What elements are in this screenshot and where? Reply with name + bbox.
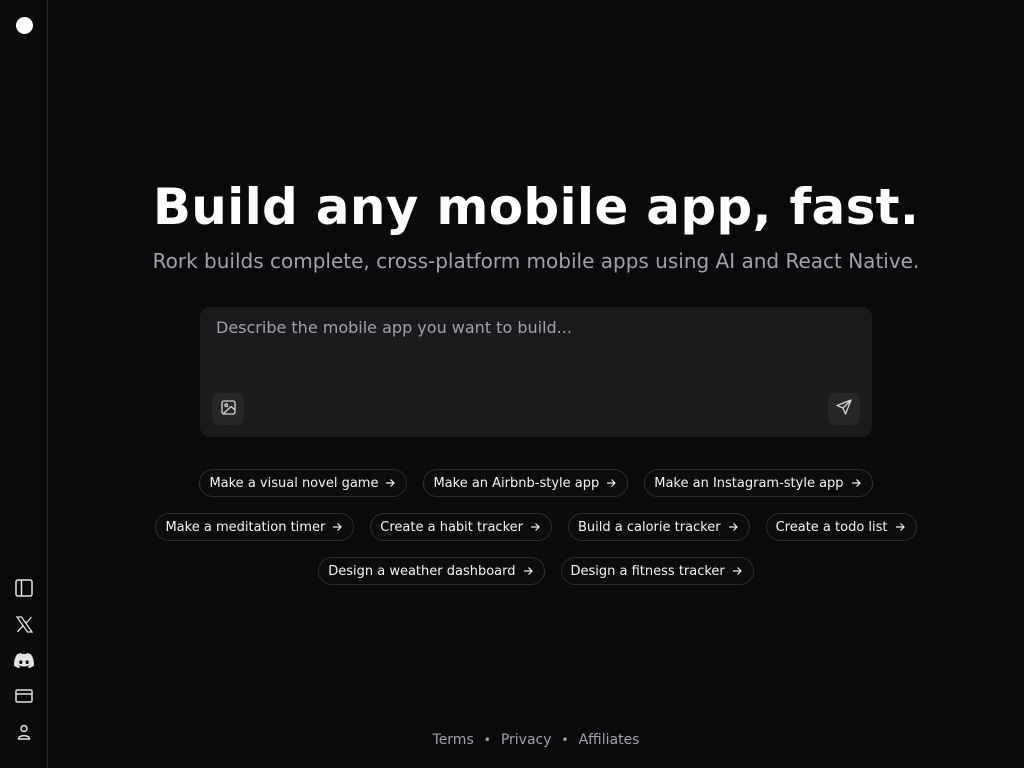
suggestion-label: Make a meditation timer <box>165 519 326 535</box>
affiliates-link[interactable]: Affiliates <box>579 732 640 748</box>
prompt-input[interactable] <box>216 317 856 377</box>
suggestion-label: Make an Airbnb-style app <box>433 475 600 491</box>
suggestion-label: Design a fitness tracker <box>570 563 725 579</box>
footer-separator: • <box>483 733 491 747</box>
user-icon[interactable] <box>12 720 36 744</box>
suggestion-chip[interactable]: Design a fitness tracker <box>560 557 754 585</box>
arrow-right-icon <box>728 522 738 532</box>
sidebar <box>0 0 48 768</box>
suggestion-chip[interactable]: Create a todo list <box>765 513 917 541</box>
prompt-box <box>200 307 872 437</box>
suggestion-label: Create a todo list <box>775 519 888 535</box>
terms-link[interactable]: Terms <box>433 732 474 748</box>
attach-image-button[interactable] <box>212 393 244 425</box>
app-root: Build any mobile app, fast. Rork builds … <box>0 0 1024 768</box>
suggestion-chip[interactable]: Create a habit tracker <box>370 513 552 541</box>
x-twitter-icon[interactable] <box>12 612 36 636</box>
arrow-right-icon <box>530 522 540 532</box>
image-icon <box>220 399 236 419</box>
hero-title: Build any mobile app, fast. <box>152 178 920 236</box>
arrow-right-icon <box>385 478 396 488</box>
send-icon <box>836 399 852 419</box>
credit-card-icon[interactable] <box>12 684 36 708</box>
arrow-right-icon <box>523 566 533 576</box>
privacy-link[interactable]: Privacy <box>501 732 552 748</box>
footer-separator: • <box>561 733 569 747</box>
suggestion-chip[interactable]: Make a meditation timer <box>155 513 355 541</box>
suggestion-chip[interactable]: Make a visual novel game <box>199 469 408 497</box>
arrow-right-icon <box>332 522 343 532</box>
arrow-right-icon <box>895 522 905 532</box>
arrow-right-icon <box>732 566 742 576</box>
suggestion-label: Design a weather dashboard <box>328 563 516 579</box>
suggestion-label: Make an Instagram-style app <box>654 475 844 491</box>
suggestion-label: Create a habit tracker <box>380 519 523 535</box>
arrow-right-icon <box>851 478 861 488</box>
hero-subtitle: Rork builds complete, cross-platform mob… <box>152 249 920 273</box>
panel-toggle-icon[interactable] <box>12 576 36 600</box>
suggestion-chip[interactable]: Design a weather dashboard <box>318 557 545 585</box>
arrow-right-icon <box>606 478 617 488</box>
suggestion-chip[interactable]: Make an Instagram-style app <box>644 469 873 497</box>
suggestions-row-3: Design a weather dashboard Design a fitn… <box>48 557 1024 585</box>
main-content: Build any mobile app, fast. Rork builds … <box>48 0 1024 768</box>
suggestion-label: Make a visual novel game <box>209 475 379 491</box>
suggestion-chip[interactable]: Make an Airbnb-style app <box>423 469 629 497</box>
suggestion-chip[interactable]: Build a calorie tracker <box>568 513 750 541</box>
suggestions-row-2: Make a meditation timer Create a habit t… <box>48 513 1024 541</box>
discord-icon[interactable] <box>12 648 36 672</box>
footer: Terms • Privacy • Affiliates <box>48 730 1024 750</box>
logo-icon[interactable] <box>16 17 33 34</box>
send-button[interactable] <box>828 393 860 425</box>
suggestion-label: Build a calorie tracker <box>578 519 721 535</box>
suggestions-row-1: Make a visual novel game Make an Airbnb-… <box>48 469 1024 497</box>
